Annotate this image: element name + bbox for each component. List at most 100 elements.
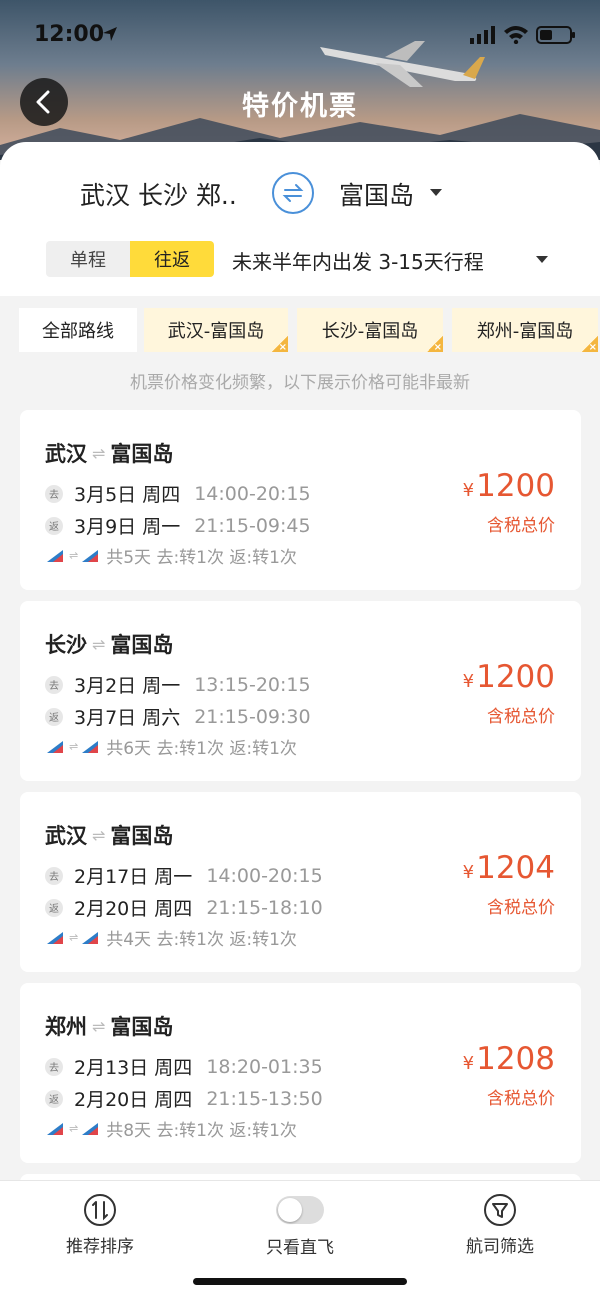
outbound-leg: 去 3月2日 周一 13:15-20:15 [45,671,311,698]
outbound-leg: 去 2月17日 周一 14:00-20:15 [45,862,323,889]
trip-summary-text: 共8天 去:转1次 返:转1次 [106,1121,297,1141]
filter-icon [484,1194,516,1226]
trip-summary-text: 共5天 去:转1次 返:转1次 [106,548,297,568]
return-date: 3月7日 周六 [74,707,181,729]
header-banner: 12:00 特价机票 [0,0,600,160]
price-label: 含税总价 [487,1089,555,1109]
route-title: 郑州 ⇌ 富国岛 [45,1011,173,1041]
airline-filter-button[interactable]: 航司筛选 [430,1193,570,1257]
currency-symbol: ¥ [462,1053,475,1074]
remove-chip-icon[interactable]: × [582,336,598,353]
route-chip-label: 长沙-富国岛 [321,321,419,342]
price: ¥1208 [463,1041,555,1077]
trip-summary: ⇌ 共5天 去:转1次 返:转1次 [45,543,297,568]
trip-type-one-way[interactable]: 单程 [46,241,130,277]
route-title: 武汉 ⇌ 富国岛 [45,438,173,468]
page-title: 特价机票 [242,91,358,122]
deal-card[interactable]: 郑州 ⇌ 富国岛去 2月13日 周四 18:20-01:35 返 2月20日 周四 21:15… [20,983,581,1163]
route-chip-label: 武汉-富国岛 [167,321,265,342]
return-date: 3月9日 周一 [74,516,181,538]
destination-city: 富国岛 [110,442,174,466]
return-badge: 返 [45,707,63,726]
sort-label: 推荐排序 [66,1237,134,1257]
return-date: 2月20日 周四 [74,898,193,920]
deal-card[interactable]: 武汉 ⇌ 富国岛去 2月17日 周一 14:00-20:15 返 2月20日 周四 21:15… [20,792,581,972]
outbound-time: 18:20-01:35 [206,1055,323,1078]
direct-flight-switch[interactable] [276,1196,324,1224]
airline-logo-icon [47,549,63,562]
return-badge: 返 [45,1089,63,1108]
home-indicator [193,1278,407,1285]
return-leg: 返 2月20日 周四 21:15-13:50 [45,1085,323,1112]
outbound-time: 14:00-20:15 [206,864,323,887]
round-trip-arrow-icon: ⇌ [69,931,79,944]
return-leg: 返 2月20日 周四 21:15-18:10 [45,894,323,921]
outbound-badge: 去 [45,1057,63,1076]
caret-down-icon[interactable] [430,189,442,196]
route-chip-all[interactable]: 全部路线 [19,308,137,352]
outbound-date: 3月2日 周一 [74,675,181,697]
status-bar: 12:00 [0,0,600,70]
round-trip-arrow-icon: ⇌ [92,634,106,654]
outbound-badge: 去 [45,866,63,885]
destination-city-selector[interactable]: 富国岛 [339,176,414,212]
price-notice: 机票价格变化频繁，以下展示价格可能非最新 [130,373,470,393]
price-label: 含税总价 [487,707,555,727]
return-time: 21:15-09:45 [194,514,311,537]
remove-chip-icon[interactable]: × [272,336,288,353]
airline-logo-icon [82,931,99,944]
round-trip-arrow-icon: ⇌ [69,740,79,753]
return-time: 21:15-13:50 [206,1087,323,1110]
currency-symbol: ¥ [462,480,475,501]
remove-chip-icon[interactable]: × [427,336,443,353]
outbound-time: 14:00-20:15 [194,482,311,505]
origin-city-selector[interactable]: 武汉 长沙 郑.. [80,176,237,212]
return-leg: 返 3月7日 周六 21:15-09:30 [45,703,311,730]
return-badge: 返 [45,898,63,917]
route-chip-label: 郑州-富国岛 [476,321,574,342]
return-date: 2月20日 周四 [74,1089,193,1111]
outbound-time: 13:15-20:15 [194,673,311,696]
currency-symbol: ¥ [462,862,475,883]
airline-logo-icon [82,740,99,753]
route-chip-label: 全部路线 [42,321,114,342]
airline-logo-icon [82,549,99,562]
origin-city: 长沙 [45,633,87,657]
trip-summary-text: 共4天 去:转1次 返:转1次 [106,930,297,950]
route-chip-wuhan[interactable]: 武汉-富国岛 × [144,308,288,353]
round-trip-arrow-icon: ⇌ [92,443,106,463]
outbound-badge: 去 [45,675,63,694]
deal-card[interactable]: 长沙 ⇌ 富国岛去 3月2日 周一 13:15-20:15 返 3月7日 周六 21:15-0… [20,601,581,781]
outbound-date: 2月17日 周一 [74,866,193,888]
trip-summary: ⇌ 共4天 去:转1次 返:转1次 [45,925,297,950]
airline-logo-icon [47,1122,63,1135]
swap-cities-button[interactable] [272,172,314,214]
outbound-date: 3月5日 周四 [74,484,181,506]
price-label: 含税总价 [487,898,555,918]
location-arrow-icon [103,27,117,41]
round-trip-arrow-icon: ⇌ [92,825,106,845]
price-value: 1208 [476,1041,555,1077]
route-chip-changsha[interactable]: 长沙-富国岛 × [297,308,443,353]
caret-down-icon[interactable] [536,256,548,263]
round-trip-arrow-icon: ⇌ [69,549,79,562]
cellular-signal-icon [470,26,495,44]
destination-city: 富国岛 [110,1015,174,1039]
deal-card[interactable]: 武汉 ⇌ 富国岛去 3月5日 周四 14:00-20:15 返 3月9日 周一 21:15-0… [20,410,581,590]
currency-symbol: ¥ [462,671,475,692]
trip-type-round-trip[interactable]: 往返 [130,241,214,277]
destination-city: 富国岛 [110,633,174,657]
sort-button[interactable]: 推荐排序 [30,1193,170,1257]
switch-knob [278,1198,302,1222]
return-leg: 返 3月9日 周一 21:15-09:45 [45,512,311,539]
outbound-leg: 去 2月13日 周四 18:20-01:35 [45,1053,323,1080]
price: ¥1200 [463,468,555,504]
wifi-icon [504,26,528,44]
airline-logo-icon [82,1122,99,1135]
route-filter-chips: 全部路线 武汉-富国岛 × 长沙-富国岛 × 郑州-富国岛 × [19,308,600,353]
search-panel: 武汉 长沙 郑.. 富国岛 单程 往返 未来半年内出发 3-15天行程 [0,142,600,296]
route-chip-zhengzhou[interactable]: 郑州-富国岛 × [452,308,598,353]
date-range-selector[interactable]: 未来半年内出发 3-15天行程 [232,246,484,275]
return-time: 21:15-18:10 [206,896,323,919]
direct-flight-toggle[interactable]: 只看直飞 [230,1193,370,1258]
